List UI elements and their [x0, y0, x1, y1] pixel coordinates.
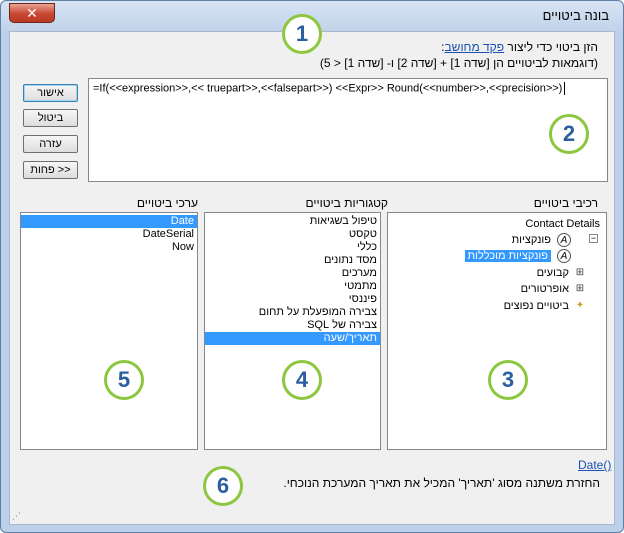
- list-item[interactable]: צבירה של SQL: [205, 319, 380, 332]
- tree-item-constants[interactable]: קבועים ⊞: [536, 265, 585, 281]
- cancel-button[interactable]: ביטול: [23, 109, 78, 127]
- expression-builder-window: בונה ביטויים ✕ הזן ביטוי כדי ליצור פקד מ…: [0, 0, 624, 533]
- list-item[interactable]: מסד נתונים: [205, 254, 380, 267]
- tree-item-functions[interactable]: פונקציות A: [511, 232, 571, 248]
- list-item[interactable]: DateSerial: [21, 228, 197, 241]
- list-item-selected[interactable]: Date: [21, 215, 197, 228]
- ok-button[interactable]: אישור: [23, 84, 78, 102]
- function-icon: A: [557, 249, 571, 263]
- expression-values-header: ערכי ביטויים: [136, 196, 198, 210]
- help-button[interactable]: עזרה: [23, 135, 78, 153]
- list-item[interactable]: טקסט: [205, 228, 380, 241]
- expression-elements-header: רכיבי ביטויים: [533, 196, 598, 210]
- callout-2: 2: [549, 114, 589, 154]
- resize-grip[interactable]: ⋰: [12, 511, 21, 522]
- tree-item-label: פונקציות מוכללות: [464, 250, 551, 262]
- expression-categories-list[interactable]: טיפול בשגיאות טקסט כללי מסד נתונים מערכי…: [204, 212, 381, 450]
- folder-icon: ⊞: [575, 283, 585, 294]
- function-link[interactable]: Date(): [578, 458, 611, 472]
- expression-categories-header: קטגוריות ביטויים: [305, 196, 388, 210]
- expression-elements-tree[interactable]: Contact Details ≡ פונקציות A − פונקציות …: [387, 212, 607, 450]
- list-item-selected[interactable]: תאריך/שעה: [205, 332, 380, 345]
- expression-input[interactable]: =If(<<expression>>,<< truepart>>,<<false…: [88, 78, 608, 182]
- callout-4: 4: [282, 360, 322, 400]
- expression-text: =If(<<expression>>,<< truepart>>,<<false…: [93, 82, 563, 95]
- intro-line-1: הזן ביטוי כדי ליצור פקד מחושב:: [441, 40, 598, 54]
- calculated-control-link[interactable]: פקד מחושב: [445, 40, 505, 54]
- tree-item-label: Contact Details: [525, 218, 600, 230]
- expression-values-list[interactable]: Date DateSerial Now: [20, 212, 198, 450]
- window-title: בונה ביטויים: [542, 8, 609, 23]
- function-description: החזרת משתנה מסוג 'תאריך' המכיל את תאריך …: [283, 476, 600, 490]
- list-item[interactable]: מתמטי: [205, 280, 380, 293]
- list-item[interactable]: טיפול בשגיאות: [205, 215, 380, 228]
- list-item[interactable]: מערכים: [205, 267, 380, 280]
- less-button[interactable]: << פחות: [23, 161, 78, 179]
- close-button[interactable]: ✕: [9, 3, 55, 23]
- tree-item-operators[interactable]: אופרטורים ⊞: [520, 281, 585, 297]
- callout-6: 6: [203, 466, 243, 506]
- tree-item-builtin-functions[interactable]: פונקציות מוכללות A: [464, 248, 571, 264]
- callout-3: 3: [488, 360, 528, 400]
- intro-examples: (דוגמאות לביטויים הן [שדה 1] + [שדה 2] ו…: [319, 56, 598, 70]
- folder-icon: ⊞: [575, 267, 585, 278]
- function-icon: A: [557, 233, 571, 247]
- list-item[interactable]: Now: [21, 241, 197, 254]
- callout-1: 1: [282, 14, 322, 54]
- tree-item-label: קבועים: [536, 267, 569, 279]
- tree-item-contact-details[interactable]: Contact Details ≡: [525, 216, 600, 232]
- list-item[interactable]: צבירה המופעלת על תחום: [205, 306, 380, 319]
- tree-item-common-expressions[interactable]: ביטויים נפוצים ✦: [503, 298, 585, 314]
- text-caret: [564, 82, 566, 95]
- tree-item-label: אופרטורים: [520, 283, 569, 295]
- list-item[interactable]: כללי: [205, 241, 380, 254]
- dialog-client-area: הזן ביטוי כדי ליצור פקד מחושב: (דוגמאות …: [9, 14, 615, 525]
- collapse-icon[interactable]: −: [589, 234, 598, 243]
- list-item[interactable]: פיננסי: [205, 293, 380, 306]
- tree-item-label: ביטויים נפוצים: [503, 300, 569, 312]
- common-expr-icon: ✦: [575, 300, 585, 311]
- callout-5: 5: [104, 360, 144, 400]
- tree-item-label: פונקציות: [511, 234, 551, 246]
- intro-prefix: הזן ביטוי כדי ליצור: [507, 40, 598, 54]
